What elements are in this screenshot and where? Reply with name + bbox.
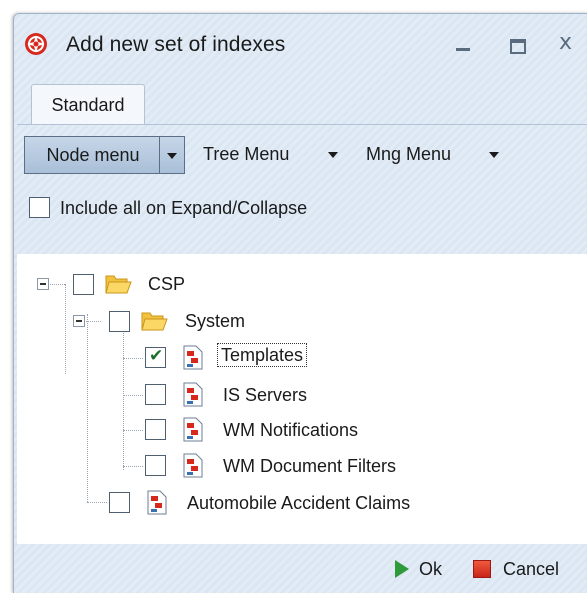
minimize-icon [456,48,470,51]
document-icon [183,453,203,478]
tree-connector [87,502,107,503]
ok-play-icon [395,560,409,578]
templates-checkbox[interactable]: ✔ [145,346,166,368]
chevron-down-icon [167,153,177,159]
tree-node-csp[interactable]: CSP [148,274,185,295]
node-menu-label: Node menu [46,145,140,165]
cancel-stop-icon [473,560,491,578]
tree-node-system[interactable]: System [185,311,245,332]
tree-node-automobile-accident-claims[interactable]: Automobile Accident Claims [187,493,410,514]
mng-menu-chevron-icon[interactable] [489,152,499,158]
document-icon [183,382,203,407]
node-menu-button[interactable]: Node menu [24,136,160,174]
tree-node-wm-notifications[interactable]: WM Notifications [223,420,358,441]
collapse-icon[interactable] [37,278,49,290]
title-bar[interactable]: Add new set of indexes x [14,14,587,72]
templates-label: Templates [217,343,308,367]
window-title: Add new set of indexes [66,33,286,56]
dialog-window: Add new set of indexes x Standard Node m… [13,13,587,593]
document-icon [147,490,167,515]
document-icon [183,345,203,370]
wm-document-filters-checkbox[interactable] [145,455,166,476]
system-checkbox[interactable] [109,311,130,332]
close-icon: x [559,30,573,55]
tree-node-templates[interactable]: Templates [217,343,308,367]
tab-standard[interactable]: Standard [31,84,145,125]
document-icon [183,417,203,442]
tree-connector [123,430,143,431]
maximize-icon [510,39,526,54]
tree-node-is-servers[interactable]: IS Servers [223,385,307,406]
collapse-icon[interactable] [73,315,85,327]
node-menu-dropdown-button[interactable] [160,136,185,174]
minimize-button[interactable] [445,28,481,60]
cancel-button[interactable]: Cancel [503,559,559,580]
tree-node-wm-document-filters[interactable]: WM Document Filters [223,456,396,477]
tree-connector [87,314,88,502]
checkmark-icon: ✔ [149,346,164,366]
ok-button[interactable]: Ok [419,559,442,580]
tree-connector [65,284,66,374]
tree-connector [123,395,143,396]
include-all-label[interactable]: Include all on Expand/Collapse [60,198,307,219]
mng-menu-button[interactable]: Mng Menu [366,144,451,165]
tree-connector [123,466,143,467]
folder-icon [105,275,132,294]
tree-menu-button[interactable]: Tree Menu [203,144,289,165]
automobile-claims-checkbox[interactable] [109,492,130,513]
tree-menu-chevron-icon[interactable] [328,152,338,158]
maximize-button[interactable] [499,28,535,60]
folder-icon [141,312,168,331]
tree-panel: CSP System ✔ Templates IS Servers WM Not… [17,254,587,544]
close-button[interactable]: x [551,28,587,60]
csp-checkbox[interactable] [73,274,94,295]
tab-divider [17,124,587,125]
include-all-checkbox[interactable] [29,197,50,218]
tab-standard-label: Standard [51,95,125,115]
tree-connector [123,358,143,359]
app-logo-icon [25,33,47,55]
wm-notifications-checkbox[interactable] [145,419,166,440]
is-servers-checkbox[interactable] [145,384,166,405]
